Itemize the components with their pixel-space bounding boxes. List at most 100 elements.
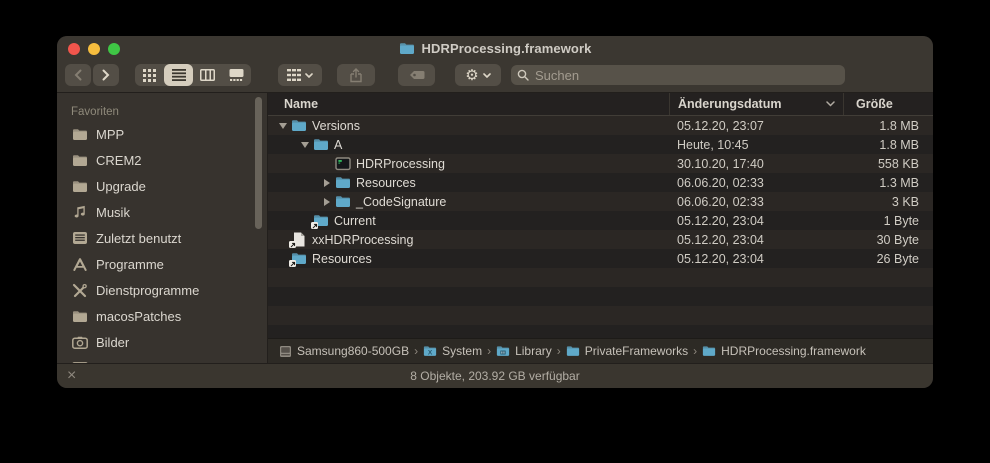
folder-alias-icon [290,251,307,266]
table-row[interactable]: _CodeSignature06.06.20, 02:333 KB [268,192,933,211]
chevron-left-icon [74,69,82,81]
search-field[interactable] [511,65,845,85]
sidebar-item-label: Upgrade [96,179,146,194]
sidebar-item-label: Bilder [96,335,129,350]
file-size: 1 Byte [843,214,933,228]
breadcrumb-privateframeworks[interactable]: PrivateFrameworks [566,344,688,358]
minimize-window-icon[interactable] [88,43,100,55]
sort-chevron-down-icon [826,101,835,107]
folder-icon [71,126,88,143]
sidebar-item-bilder[interactable]: Bilder [57,329,267,355]
sidebar-item-label: Musik [96,205,130,220]
title-bar[interactable]: HDRProcessing.framework [57,36,933,61]
action-button[interactable]: ⚙ [455,64,501,86]
list-view-icon [172,69,186,81]
sidebar-item-label: Programme [96,257,164,272]
table-row[interactable]: Versions05.12.20, 23:071.8 MB [268,116,933,135]
toolbar: ⚙ [57,61,933,93]
folder-icon [71,178,88,195]
folder-icon [71,152,88,169]
disclosure-right-icon[interactable] [320,179,334,187]
status-text: 8 Objekte, 203.92 GB verfügbar [410,369,579,383]
sidebar-item-programme[interactable]: Programme [57,251,267,277]
close-window-icon[interactable] [68,43,80,55]
column-header-name[interactable]: Name [268,93,669,115]
folder-icon [702,345,716,358]
file-date: 06.06.20, 02:33 [669,195,843,209]
search-icon [517,69,529,81]
file-date: 05.12.20, 23:07 [669,119,843,133]
file-date: 05.12.20, 23:04 [669,214,843,228]
table-row[interactable]: Resources06.06.20, 02:331.3 MB [268,173,933,192]
file-size: 26 Byte [843,252,933,266]
sidebar-item-macospatches[interactable]: macosPatches [57,303,267,329]
breadcrumb-samsung860-500gb[interactable]: Samsung860-500GB [278,344,409,358]
tag-button[interactable] [398,64,435,86]
back-button[interactable] [65,64,91,86]
close-x-icon[interactable]: × [67,364,76,388]
sidebar-item-crem2[interactable]: CREM2 [57,147,267,173]
alias-arrow-icon [311,222,318,229]
disclosure-right-icon[interactable] [320,198,334,206]
file-size: 30 Byte [843,233,933,247]
sidebar-item-filme[interactable]: Filme [57,355,267,363]
table-row[interactable]: AHeute, 10:451.8 MB [268,135,933,154]
disclosure-down-icon[interactable] [276,123,290,129]
chevron-down-icon [305,73,313,78]
sidebar-item-musik[interactable]: Musik [57,199,267,225]
sidebar-item-label: CREM2 [96,153,142,168]
alias-arrow-icon [289,260,296,267]
breadcrumb-label: System [442,344,482,358]
sidebar-item-upgrade[interactable]: Upgrade [57,173,267,199]
utilities-icon [71,282,88,299]
folder-icon [334,175,351,190]
group-icon [287,69,301,81]
search-input[interactable] [533,67,839,84]
file-name: Current [334,214,376,228]
file-name: HDRProcessing [356,157,445,171]
table-row[interactable]: HDRProcessing30.10.20, 17:40558 KB [268,154,933,173]
file-date: 05.12.20, 23:04 [669,233,843,247]
file-date: 30.10.20, 17:40 [669,157,843,171]
table-row[interactable]: Resources05.12.20, 23:0426 Byte [268,249,933,268]
library-folder-icon [496,345,510,358]
view-switcher [135,64,251,86]
breadcrumb-library[interactable]: Library [496,344,552,358]
sidebar-section-favorites: Favoriten [71,103,267,121]
list-header: Name Änderungsdatum Größe [268,93,933,116]
group-button[interactable] [278,64,322,86]
disclosure-down-icon[interactable] [298,142,312,148]
column-header-size[interactable]: Größe [843,93,933,115]
column-view-button[interactable] [193,64,222,86]
file-name: Versions [312,119,360,133]
sidebar-item-label: Zuletzt benutzt [96,231,181,246]
sidebar-item-dienstprogramme[interactable]: Dienstprogramme [57,277,267,303]
breadcrumb-system[interactable]: XSystem [423,344,482,358]
breadcrumb-label: Samsung860-500GB [297,344,409,358]
sidebar-item-mpp[interactable]: MPP [57,121,267,147]
path-bar: Samsung860-500GB›XSystem›Library›Private… [268,338,933,363]
share-button[interactable] [337,64,375,86]
sidebar-item-zuletzt-benutzt[interactable]: Zuletzt benutzt [57,225,267,251]
finder-window: HDRProcessing.framework ⚙ [57,36,933,388]
forward-button[interactable] [93,64,119,86]
file-size: 1.3 MB [843,176,933,190]
icon-view-button[interactable] [135,64,164,86]
file-size: 3 KB [843,195,933,209]
recents-icon [71,230,88,247]
path-separator: › [693,344,697,358]
list-view-button[interactable] [164,64,193,86]
table-row[interactable]: Current 05.12.20, 23:041 Byte [268,211,933,230]
status-bar: × 8 Objekte, 203.92 GB verfügbar [57,363,933,388]
breadcrumb-label: PrivateFrameworks [585,344,688,358]
zoom-window-icon[interactable] [108,43,120,55]
chevron-down-icon [483,73,491,78]
column-view-icon [200,69,215,81]
table-row[interactable]: xxHDRProcessing05.12.20, 23:0430 Byte [268,230,933,249]
file-name: Resources [312,252,372,266]
document-alias-icon [290,232,307,247]
column-header-date[interactable]: Änderungsdatum [669,93,843,115]
breadcrumb-hdrprocessing-framework[interactable]: HDRProcessing.framework [702,344,866,358]
gallery-view-button[interactable] [222,64,251,86]
sidebar-scrollbar[interactable] [255,97,262,229]
